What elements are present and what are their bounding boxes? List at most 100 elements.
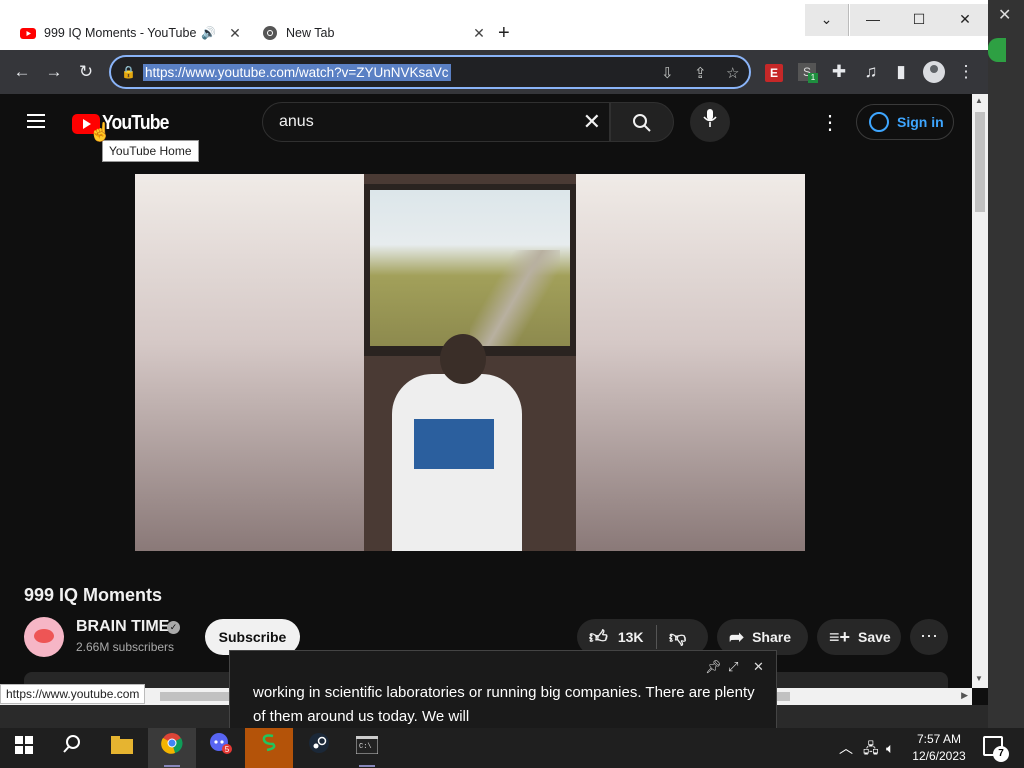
chrome-menu-icon[interactable]: ⋮: [955, 61, 977, 83]
windows-start-icon[interactable]: [0, 728, 48, 768]
back-arrow-icon[interactable]: ←: [11, 61, 33, 83]
scroll-right-icon[interactable]: ▶: [961, 690, 968, 701]
video-player[interactable]: [135, 174, 805, 551]
logo-tooltip: YouTube Home: [102, 140, 199, 162]
share-page-icon[interactable]: ⇪: [694, 64, 707, 82]
video-tv: [364, 184, 576, 356]
video-person-head: [440, 334, 486, 384]
steam-icon[interactable]: [295, 728, 343, 768]
install-icon[interactable]: ⇩: [661, 64, 674, 82]
minimize-icon[interactable]: —: [850, 4, 896, 36]
tab-youtube[interactable]: 999 IQ Moments - YouTube 🔊 ✕: [8, 16, 246, 50]
channel-avatar[interactable]: [24, 617, 64, 657]
new-tab-plus-icon[interactable]: +: [498, 22, 510, 45]
browser-toolbar: ← → ↻ 🔒 https://www.youtube.com/watch?v=…: [0, 50, 988, 94]
more-actions-icon[interactable]: ⋯: [910, 619, 948, 655]
address-url[interactable]: https://www.youtube.com/watch?v=ZYUnNVKs…: [143, 64, 451, 81]
app-s-icon[interactable]: [245, 728, 293, 768]
clock-time: 7:57 AM: [916, 732, 962, 746]
background-close-icon[interactable]: ✕: [998, 5, 1011, 25]
voice-search-mic-icon[interactable]: [690, 102, 730, 142]
account-circle-icon: [869, 112, 889, 132]
taskbar-clock[interactable]: 7:57 AM 12/6/2023: [906, 731, 972, 765]
tab-title: New Tab: [286, 26, 335, 40]
notification-center-icon[interactable]: 7: [983, 736, 1009, 762]
caption-text: working in scientific laboratories or ru…: [253, 684, 755, 725]
browser-window: 999 IQ Moments - YouTube 🔊 ✕ New Tab ✕ +…: [0, 0, 988, 705]
extension-e-icon[interactable]: E: [765, 64, 783, 82]
maximize-icon[interactable]: ☐: [896, 4, 942, 36]
status-bar-url: https://www.youtube.com: [0, 684, 146, 704]
lock-icon[interactable]: 🔒: [121, 65, 136, 79]
close-window-icon[interactable]: ✕: [942, 4, 988, 36]
video-rail: [470, 250, 560, 346]
sign-in-button[interactable]: Sign in: [856, 104, 954, 140]
side-panel-icon[interactable]: ▮: [890, 61, 912, 83]
vertical-scroll-thumb[interactable]: [975, 112, 985, 212]
tab-strip: 999 IQ Moments - YouTube 🔊 ✕ New Tab ✕ +…: [0, 0, 988, 50]
thumbs-up-icon: 👍︎: [589, 627, 608, 647]
extension-s-icon[interactable]: S1: [798, 63, 818, 83]
windows-taskbar: 5 C:\ ︿ 🖧 🔈︎ 7:57 AM 12/6/2023 7: [0, 728, 1024, 768]
tab-close-icon[interactable]: ✕: [468, 25, 490, 42]
pin-icon[interactable]: 📌︎: [705, 659, 722, 675]
network-icon[interactable]: 🖧: [863, 728, 879, 768]
close-caption-icon[interactable]: ✕: [753, 659, 764, 675]
verified-check-icon: ✓: [167, 621, 180, 634]
search-icon[interactable]: [48, 728, 96, 768]
tab-new-tab[interactable]: New Tab ✕: [250, 16, 490, 50]
clear-search-icon[interactable]: ✕: [583, 109, 601, 135]
expand-caption-icon[interactable]: ⤢: [728, 659, 738, 675]
tab-close-icon[interactable]: ✕: [224, 25, 246, 42]
volume-muted-icon[interactable]: 🔈︎: [886, 728, 894, 768]
video-tv-screen: [370, 190, 570, 346]
extensions-puzzle-icon[interactable]: ✚: [828, 61, 850, 83]
thumbs-down-icon[interactable]: 👎︎: [657, 627, 686, 648]
chrome-favicon-icon: [262, 25, 278, 41]
terminal-icon[interactable]: C:\: [343, 728, 391, 768]
subscriber-count: 2.66M subscribers: [76, 640, 175, 654]
like-button[interactable]: 👍︎ 13K: [577, 625, 657, 649]
discord-icon[interactable]: 5: [196, 728, 244, 768]
youtube-favicon-icon: [20, 25, 36, 41]
sign-in-label: Sign in: [897, 114, 944, 130]
profile-avatar-icon[interactable]: [923, 61, 945, 83]
video-frame: [364, 174, 576, 551]
reload-icon[interactable]: ↻: [75, 61, 97, 83]
address-bar[interactable]: 🔒 https://www.youtube.com/watch?v=ZYUnNV…: [109, 55, 751, 89]
media-control-icon[interactable]: ♫: [860, 61, 882, 83]
bookmark-star-icon[interactable]: ☆: [726, 64, 739, 82]
playlist-add-icon: ≡+: [829, 626, 851, 647]
search-icon: [633, 114, 651, 132]
channel-name[interactable]: BRAIN TIME: [76, 618, 169, 636]
notification-count: 7: [993, 746, 1009, 762]
save-button[interactable]: ≡+ Save: [817, 619, 901, 655]
forward-arrow-icon[interactable]: →: [43, 61, 65, 83]
save-label: Save: [858, 629, 891, 645]
search-query[interactable]: anus: [279, 113, 314, 131]
tray-overflow-chevron-icon[interactable]: ︿: [839, 728, 853, 768]
video-title: 999 IQ Moments: [24, 585, 163, 605]
search-input[interactable]: anus ✕: [262, 102, 610, 142]
background-app-indicator: [988, 38, 1006, 62]
settings-kebab-icon[interactable]: ⋮: [820, 110, 840, 135]
tab-audio-icon[interactable]: 🔊: [201, 26, 216, 40]
scroll-down-icon[interactable]: ▼: [975, 674, 983, 683]
youtube-logo[interactable]: YouTube: [72, 112, 178, 135]
search-button[interactable]: [610, 102, 674, 142]
video-shirt-logo: [414, 419, 494, 469]
file-explorer-icon[interactable]: [98, 728, 146, 768]
tab-title: 999 IQ Moments - YouTube: [44, 26, 197, 40]
scroll-up-icon[interactable]: ▲: [975, 96, 983, 105]
video-blur-right: [576, 174, 805, 551]
chrome-taskbar-icon[interactable]: [148, 728, 196, 768]
svg-text:C:\: C:\: [359, 743, 372, 751]
vertical-scrollbar[interactable]: ▲ ▼: [972, 94, 988, 688]
hamburger-menu-icon[interactable]: [27, 114, 45, 128]
tab-search-chevron-icon[interactable]: ⌄: [805, 4, 849, 36]
share-arrow-icon: ➦: [729, 626, 745, 647]
like-count: 13K: [617, 629, 644, 645]
background-window-edge: ✕: [988, 0, 1024, 728]
youtube-logo-text: YouTube: [102, 112, 169, 134]
video-blur-left: [135, 174, 364, 551]
